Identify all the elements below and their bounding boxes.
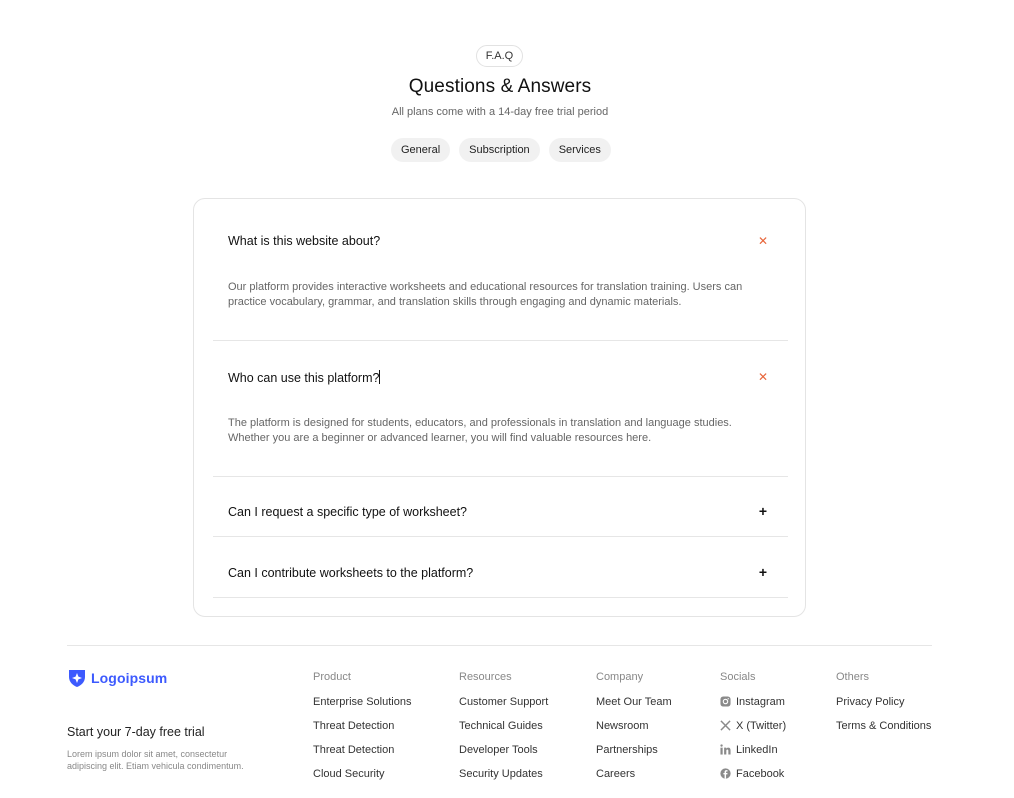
faq-item: What is this website about? ✕ Our platfo…: [213, 199, 788, 341]
footer-link[interactable]: Privacy Policy: [836, 695, 931, 719]
faq-question[interactable]: Who can use this platform?: [228, 370, 381, 385]
footer-column-others: Others Privacy Policy Terms & Conditions: [836, 671, 931, 743]
tab-general[interactable]: General: [391, 138, 451, 162]
footer-link[interactable]: Terms & Conditions: [836, 719, 931, 743]
footer-link-facebook[interactable]: Facebook: [720, 767, 786, 791]
footer-link[interactable]: Meet Our Team: [596, 695, 672, 719]
footer-column-resources: Resources Customer Support Technical Gui…: [459, 671, 548, 791]
footer-link[interactable]: Technical Guides: [459, 719, 548, 743]
footer-link[interactable]: Careers: [596, 767, 672, 791]
faq-answer: Our platform provides interactive worksh…: [228, 281, 743, 308]
footer-column-socials: Socials Instagram X (Twitter) LinkedIn F…: [720, 671, 786, 791]
footer-column-product: Product Enterprise Solutions Threat Dete…: [313, 671, 411, 791]
faq-question[interactable]: What is this website about?: [228, 234, 380, 248]
close-icon[interactable]: ✕: [756, 370, 770, 384]
footer-link[interactable]: Customer Support: [459, 695, 548, 719]
footer-column-title: Company: [596, 671, 644, 683]
footer-column-title: Product: [313, 671, 351, 683]
faq-item: Who can use this platform? ✕ The platfor…: [213, 341, 788, 477]
footer-link-x[interactable]: X (Twitter): [720, 719, 786, 743]
footer-link[interactable]: Threat Detection: [313, 743, 411, 767]
page-title: Questions & Answers: [408, 76, 592, 97]
footer-link[interactable]: Security Updates: [459, 767, 548, 791]
text-cursor: [379, 370, 381, 384]
page-subtitle: All plans come with a 14-day free trial …: [391, 106, 609, 118]
social-label: LinkedIn: [736, 744, 778, 756]
x-twitter-icon: [720, 720, 731, 731]
footer-logo[interactable]: Logoipsum: [67, 668, 167, 688]
trial-title: Start your 7-day free trial: [67, 725, 205, 739]
social-label: Facebook: [736, 768, 785, 780]
social-label: X (Twitter): [736, 720, 787, 732]
footer-link[interactable]: Cloud Security: [313, 767, 411, 791]
footer-column-title: Socials: [720, 671, 756, 683]
faq-item: Can I request a specific type of workshe…: [213, 477, 788, 537]
close-icon[interactable]: ✕: [756, 234, 770, 248]
footer-link[interactable]: Threat Detection: [313, 719, 411, 743]
footer-link-linkedin[interactable]: LinkedIn: [720, 743, 786, 767]
footer-column-title: Others: [836, 671, 870, 683]
footer-column-company: Company Meet Our Team Newsroom Partnersh…: [596, 671, 672, 791]
faq-question[interactable]: Can I contribute worksheets to the platf…: [228, 566, 473, 580]
faq-category-tabs: General Subscription Services: [391, 138, 611, 162]
tab-services[interactable]: Services: [548, 138, 611, 162]
footer-link[interactable]: Partnerships: [596, 743, 672, 767]
social-label: Instagram: [736, 696, 785, 708]
footer-link[interactable]: Enterprise Solutions: [313, 695, 411, 719]
faq-tag-badge: F.A.Q: [476, 45, 523, 67]
faq-answer: The platform is designed for students, e…: [228, 417, 732, 444]
footer-link-instagram[interactable]: Instagram: [720, 695, 786, 719]
logo-text: Logoipsum: [91, 670, 168, 686]
plus-icon[interactable]: +: [756, 564, 770, 580]
footer-link[interactable]: Newsroom: [596, 719, 672, 743]
footer-column-title: Resources: [459, 671, 512, 683]
instagram-icon: [720, 696, 731, 707]
footer-link[interactable]: Developer Tools: [459, 743, 548, 767]
tab-subscription[interactable]: Subscription: [459, 138, 540, 162]
faq-accordion: What is this website about? ✕ Our platfo…: [193, 198, 806, 617]
faq-question-text: Who can use this platform?: [228, 371, 380, 385]
faq-question[interactable]: Can I request a specific type of workshe…: [228, 505, 467, 519]
faq-item: Can I contribute worksheets to the platf…: [213, 537, 788, 598]
facebook-icon: [720, 768, 731, 779]
trial-description: Lorem ipsum dolor sit amet, consectetur …: [67, 749, 244, 771]
logo-shield-icon: [69, 670, 85, 687]
plus-icon[interactable]: +: [756, 503, 770, 519]
footer-divider: [67, 645, 932, 646]
linkedin-icon: [720, 744, 731, 755]
